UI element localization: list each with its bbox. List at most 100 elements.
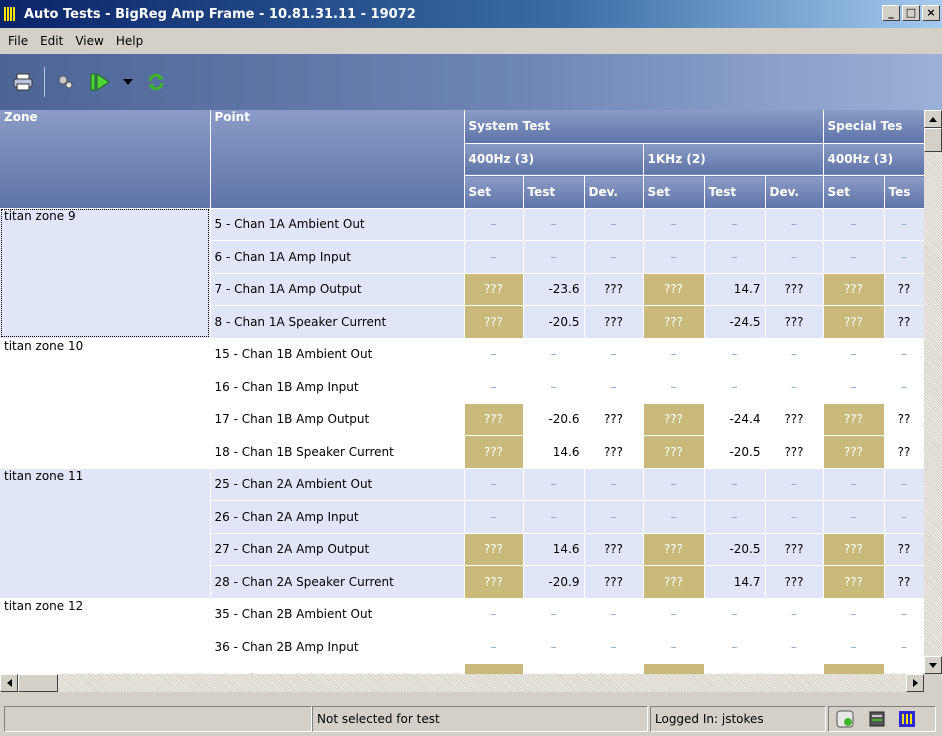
column-header-test[interactable]: Test [704,175,766,209]
empty-value-cell[interactable]: – [704,208,766,241]
set-value-cell[interactable]: ??? [823,533,885,566]
column-header-set[interactable]: Set [643,175,705,209]
test-value-cell[interactable]: -20.5 [704,533,766,566]
empty-value-cell[interactable]: – [584,630,644,664]
point-cell[interactable]: 37 - Chan 2B Amp Output [210,663,465,674]
empty-value-cell[interactable]: – [823,370,885,404]
set-value-cell[interactable]: ??? [643,435,705,469]
empty-value-cell[interactable]: – [643,468,705,501]
deviation-value-cell[interactable]: ??? [765,435,824,469]
test-value-cell[interactable]: -20.9 [523,565,585,599]
empty-value-cell[interactable]: – [464,208,524,241]
menu-file[interactable]: File [2,34,34,48]
column-header-system-test[interactable]: System Test [464,110,824,144]
deviation-value-cell[interactable]: ??? [584,305,644,339]
run-options-dropdown[interactable] [121,69,135,95]
point-cell[interactable]: 36 - Chan 2B Amp Input [210,630,465,664]
empty-value-cell[interactable]: – [643,630,705,664]
point-cell[interactable]: 25 - Chan 2A Ambient Out [210,468,465,501]
empty-value-cell[interactable]: – [823,630,885,664]
column-header-point[interactable]: Point [210,110,465,209]
set-value-cell[interactable]: ??? [643,565,705,599]
empty-value-cell[interactable]: – [523,468,585,501]
test-value-cell[interactable]: -20.5 [704,435,766,469]
menu-help[interactable]: Help [110,34,149,48]
run-test-button[interactable] [87,69,113,95]
test-value-cell[interactable]: -20.5 [523,305,585,339]
empty-value-cell[interactable]: – [884,338,925,371]
empty-value-cell[interactable]: – [464,468,524,501]
table-row[interactable]: titan zone 11 25 - Chan 2A Ambient Out – – –… [0,468,925,599]
empty-value-cell[interactable]: – [765,240,824,274]
empty-value-cell[interactable]: – [523,338,585,371]
print-button[interactable] [10,69,36,95]
set-value-cell[interactable]: ??? [464,533,524,566]
empty-value-cell[interactable]: – [523,240,585,274]
test-value-cell[interactable]: ?? [884,403,925,436]
test-value-cell[interactable]: 14.7 [704,565,766,599]
test-value-cell[interactable]: -23.6 [523,663,585,674]
scroll-left-button[interactable] [0,674,18,692]
empty-value-cell[interactable]: – [704,338,766,371]
test-value-cell[interactable]: ?? [884,565,925,599]
point-cell[interactable]: 8 - Chan 1A Speaker Current [210,305,465,339]
minimize-button[interactable]: _ [882,5,900,21]
empty-value-cell[interactable]: – [464,370,524,404]
column-header-400hz[interactable]: 400Hz (3) [464,143,644,176]
empty-value-cell[interactable]: – [523,208,585,241]
empty-value-cell[interactable]: – [584,598,644,631]
empty-value-cell[interactable]: – [765,598,824,631]
empty-value-cell[interactable]: – [704,370,766,404]
column-header-1khz[interactable]: 1KHz (2) [643,143,824,176]
maximize-button[interactable]: □ [902,5,920,21]
empty-value-cell[interactable]: – [823,500,885,534]
empty-value-cell[interactable]: – [584,208,644,241]
test-value-cell[interactable]: -20.6 [523,403,585,436]
empty-value-cell[interactable]: – [823,338,885,371]
empty-value-cell[interactable]: – [765,370,824,404]
deviation-value-cell[interactable]: ??? [584,435,644,469]
empty-value-cell[interactable]: – [823,240,885,274]
set-value-cell[interactable]: ??? [643,663,705,674]
empty-value-cell[interactable]: – [884,240,925,274]
empty-value-cell[interactable]: – [464,630,524,664]
empty-value-cell[interactable]: – [464,598,524,631]
empty-value-cell[interactable]: – [884,630,925,664]
empty-value-cell[interactable]: – [584,338,644,371]
menu-edit[interactable]: Edit [34,34,69,48]
test-value-cell[interactable]: 14.7 [704,663,766,674]
set-value-cell[interactable]: ??? [823,403,885,436]
empty-value-cell[interactable]: – [765,500,824,534]
set-value-cell[interactable]: ??? [464,663,524,674]
point-cell[interactable]: 17 - Chan 1B Amp Output [210,403,465,436]
set-value-cell[interactable]: ??? [464,565,524,599]
scroll-down-button[interactable] [924,656,942,674]
empty-value-cell[interactable]: – [704,630,766,664]
deviation-value-cell[interactable]: ??? [584,403,644,436]
set-value-cell[interactable]: ??? [464,435,524,469]
scroll-up-button[interactable] [924,110,942,128]
empty-value-cell[interactable]: – [765,468,824,501]
table-row[interactable]: titan zone 10 15 - Chan 1B Ambient Out – – –… [0,338,925,469]
point-cell[interactable]: 15 - Chan 1B Ambient Out [210,338,465,371]
zone-cell[interactable]: titan zone 10 [0,338,211,469]
deviation-value-cell[interactable]: ??? [765,305,824,339]
empty-value-cell[interactable]: – [643,500,705,534]
zone-cell[interactable]: titan zone 9 [0,208,211,339]
test-value-cell[interactable]: 14.6 [523,435,585,469]
point-cell[interactable]: 27 - Chan 2A Amp Output [210,533,465,566]
set-value-cell[interactable]: ??? [823,663,885,674]
empty-value-cell[interactable]: – [704,500,766,534]
column-header-special-400hz[interactable]: 400Hz (3) [823,143,925,176]
empty-value-cell[interactable]: – [765,338,824,371]
set-value-cell[interactable]: ??? [643,533,705,566]
empty-value-cell[interactable]: – [884,468,925,501]
test-value-cell[interactable]: ?? [884,533,925,566]
empty-value-cell[interactable]: – [704,598,766,631]
empty-value-cell[interactable]: – [643,338,705,371]
empty-value-cell[interactable]: – [584,500,644,534]
deviation-value-cell[interactable]: ??? [584,663,644,674]
point-cell[interactable]: 7 - Chan 1A Amp Output [210,273,465,306]
test-value-cell[interactable]: -23.6 [523,273,585,306]
empty-value-cell[interactable]: – [584,468,644,501]
